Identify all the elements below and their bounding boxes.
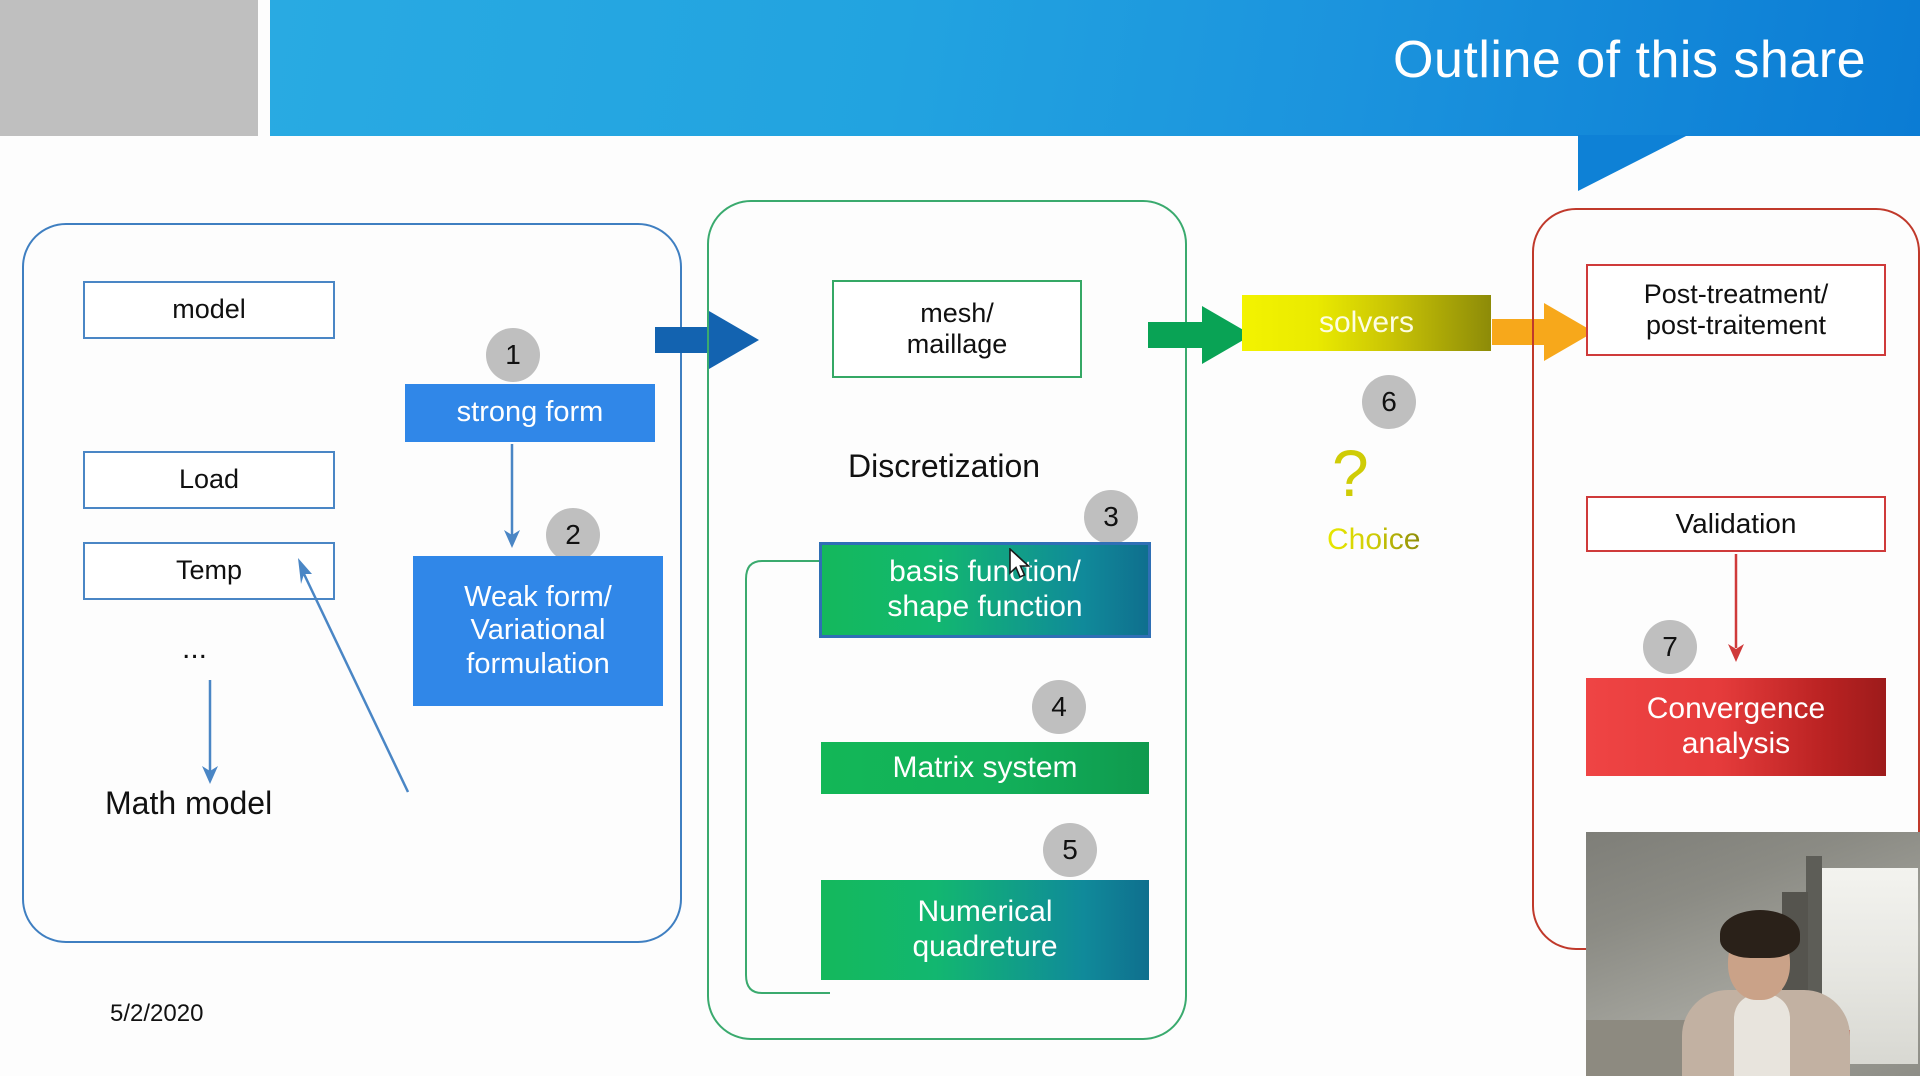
mesh-box[interactable]: mesh/ maillage (832, 280, 1082, 378)
step-badge-2: 2 (546, 508, 600, 562)
validation-box[interactable]: Validation (1586, 496, 1886, 552)
step-badge-3-number: 3 (1103, 501, 1119, 532)
step-box-weak-form-label: Weak form/ Variational formulation (464, 580, 612, 680)
step-box-numerical-quadreture-label: Numerical quadreture (912, 895, 1058, 963)
question-mark-icon: ? (1332, 436, 1369, 510)
slide-header: Outline of this share (0, 0, 1920, 191)
arrow-math-model-to-weak-form (298, 558, 410, 793)
arrow-ellipsis-to-math-model (202, 680, 218, 784)
ellipsis-label: ... (182, 632, 208, 665)
step-badge-1-number: 1 (505, 339, 521, 370)
solvers-box-label: solvers (1318, 305, 1415, 339)
step-box-matrix-system[interactable]: Matrix system (821, 742, 1149, 794)
step-box-weak-form[interactable]: Weak form/ Variational formulation (413, 556, 663, 706)
step-badge-7: 7 (1643, 620, 1697, 674)
step-badge-4: 4 (1032, 680, 1086, 734)
step-box-matrix-system-label: Matrix system (892, 750, 1078, 784)
presenter-video-feed[interactable] (1586, 832, 1920, 1076)
step-badge-5: 5 (1043, 823, 1097, 877)
input-box-load[interactable]: Load (83, 451, 335, 509)
post-treatment-box[interactable]: Post-treatment/ post-traitement (1586, 264, 1886, 356)
page-title: Outline of this share (1393, 31, 1866, 89)
header-speech-tail (1578, 135, 1688, 191)
step-badge-5-number: 5 (1062, 834, 1078, 865)
step-box-basis-function-label: basis function/ shape function (887, 555, 1083, 623)
mesh-box-label: mesh/ maillage (906, 297, 1008, 359)
step-box-strong-form[interactable]: strong form (405, 384, 655, 442)
step-box-numerical-quadreture[interactable]: Numerical quadreture (821, 880, 1149, 980)
step-badge-2-number: 2 (565, 519, 581, 550)
step-badge-6: 6 (1362, 375, 1416, 429)
input-box-temp-label: Temp (175, 555, 243, 586)
step-box-convergence-analysis[interactable]: Convergence analysis (1586, 678, 1886, 776)
webcam-person-hair (1720, 910, 1800, 958)
arrow-strong-to-weak-form (504, 444, 520, 548)
step-box-basis-function[interactable]: basis function/ shape function (819, 542, 1151, 638)
discretization-label: Discretization (848, 448, 1041, 484)
choice-label: Choice (1327, 523, 1421, 556)
arrow-validation-to-convergence (1728, 554, 1744, 662)
step-badge-7-number: 7 (1662, 631, 1678, 662)
step-badge-6-number: 6 (1381, 386, 1397, 417)
step-badge-3: 3 (1084, 490, 1138, 544)
step-box-strong-form-label: strong form (456, 396, 604, 429)
post-treatment-box-label: Post-treatment/ post-traitement (1643, 278, 1829, 340)
slide-date: 5/2/2020 (110, 1000, 204, 1027)
webcam-person-shirt (1734, 994, 1790, 1076)
input-box-model-label: model (172, 294, 246, 325)
validation-box-label: Validation (1675, 507, 1797, 539)
step-box-convergence-analysis-label: Convergence analysis (1646, 692, 1826, 760)
solvers-box[interactable]: solvers (1242, 295, 1491, 351)
bracket-discretization-steps (745, 560, 830, 994)
math-model-label: Math model (105, 785, 273, 821)
input-box-model[interactable]: model (83, 281, 335, 339)
step-badge-4-number: 4 (1051, 691, 1067, 722)
mouse-pointer-icon (1009, 548, 1031, 579)
header-gray-block (0, 0, 258, 136)
input-box-load-label: Load (178, 464, 240, 495)
step-badge-1: 1 (486, 328, 540, 382)
